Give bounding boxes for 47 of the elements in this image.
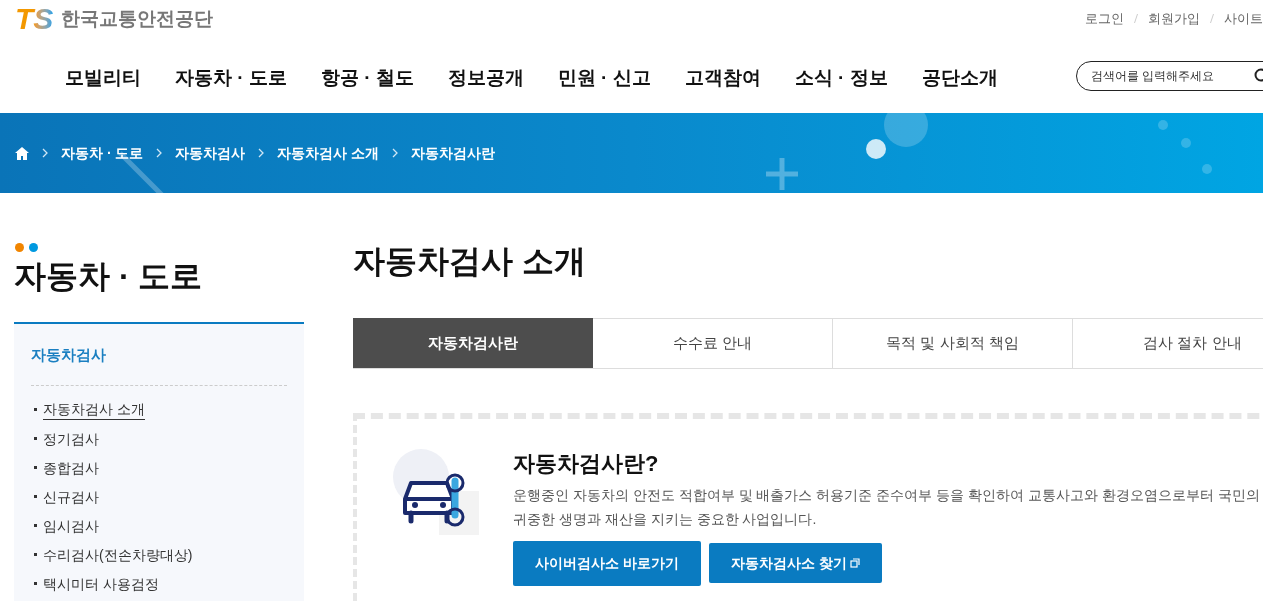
sidebar-item[interactable]: 종합검사	[43, 457, 99, 478]
nav-item[interactable]: 공단소개	[921, 64, 998, 93]
chevron-icon	[391, 148, 400, 158]
link-button[interactable]: 사이버검사소 바로가기	[513, 541, 701, 586]
chevron-icon	[41, 148, 49, 158]
sidebar-section-title[interactable]: 자동차검사	[31, 344, 287, 386]
nav-item[interactable]: 모빌리티	[65, 64, 141, 93]
sidebar-item[interactable]: 수리검사(전손차량대상)	[43, 544, 193, 565]
tab[interactable]: 수수료 안내	[593, 318, 833, 368]
bullet-icon	[34, 553, 37, 556]
breadcrumb-link[interactable]: 자동차검사란	[411, 142, 496, 164]
util-link[interactable]: 회원가입	[1148, 9, 1200, 29]
sidebar-item[interactable]: 택시미터 사용검정	[43, 573, 159, 594]
intro-heading: 자동차검사란?	[513, 450, 660, 478]
intro-text: 운행중인 자동차의 안전도 적합여부 및 배출가스 허용기준 준수여부 등을 확인하여 교통사고와 환경오염으로부터 국민의 귀중한 생명과 재산을 지키는 중요한 사업입니다.	[513, 486, 1261, 529]
nav-item[interactable]: 고객참여	[684, 64, 761, 93]
sidebar-item[interactable]: 신규검사	[43, 486, 99, 507]
sidebar-item[interactable]: 정기검사	[43, 428, 99, 449]
bullet-icon	[34, 495, 37, 498]
tab[interactable]: 자동차검사란	[353, 318, 593, 368]
bullet-icon	[34, 524, 37, 527]
breadcrumb-link[interactable]: 자동차검사	[175, 142, 246, 164]
link-button[interactable]: 자동차검사소 찾기	[708, 543, 882, 583]
separator-icon	[1210, 14, 1214, 24]
page-title: 자동차검사 소개	[353, 242, 587, 281]
breadcrumb-link[interactable]: 자동차 · 도로	[61, 142, 144, 164]
bullet-icon	[34, 466, 37, 469]
nav-item[interactable]: 정보공개	[447, 64, 524, 93]
home-icon[interactable]	[15, 146, 29, 160]
bullet-icon	[34, 582, 37, 585]
sidebar-item[interactable]: 자동차검사 소개	[43, 399, 145, 420]
chevron-icon	[155, 148, 164, 158]
tab[interactable]: 목적 및 사회적 책임	[833, 318, 1073, 368]
sidebar-item[interactable]: 임시검사	[43, 515, 99, 536]
util-link[interactable]: 로그인	[1085, 9, 1124, 29]
bullet-icon	[34, 408, 37, 411]
nav-item[interactable]: 자동차 · 도로	[175, 64, 287, 93]
breadcrumb-link[interactable]: 자동차검사 소개	[277, 142, 380, 164]
chevron-icon	[257, 148, 266, 158]
util-link[interactable]: 사이트	[1224, 9, 1263, 29]
separator-icon	[1134, 14, 1138, 24]
nav-item[interactable]: 소식 · 정보	[794, 64, 888, 93]
nav-item[interactable]: 항공 · 철도	[320, 64, 414, 93]
logo-text: 한국교통안전공단	[61, 6, 214, 31]
bullet-icon	[34, 437, 37, 440]
nav-item[interactable]: 민원 · 신고	[557, 64, 651, 93]
sidebar-title: 자동차 · 도로	[14, 257, 204, 296]
